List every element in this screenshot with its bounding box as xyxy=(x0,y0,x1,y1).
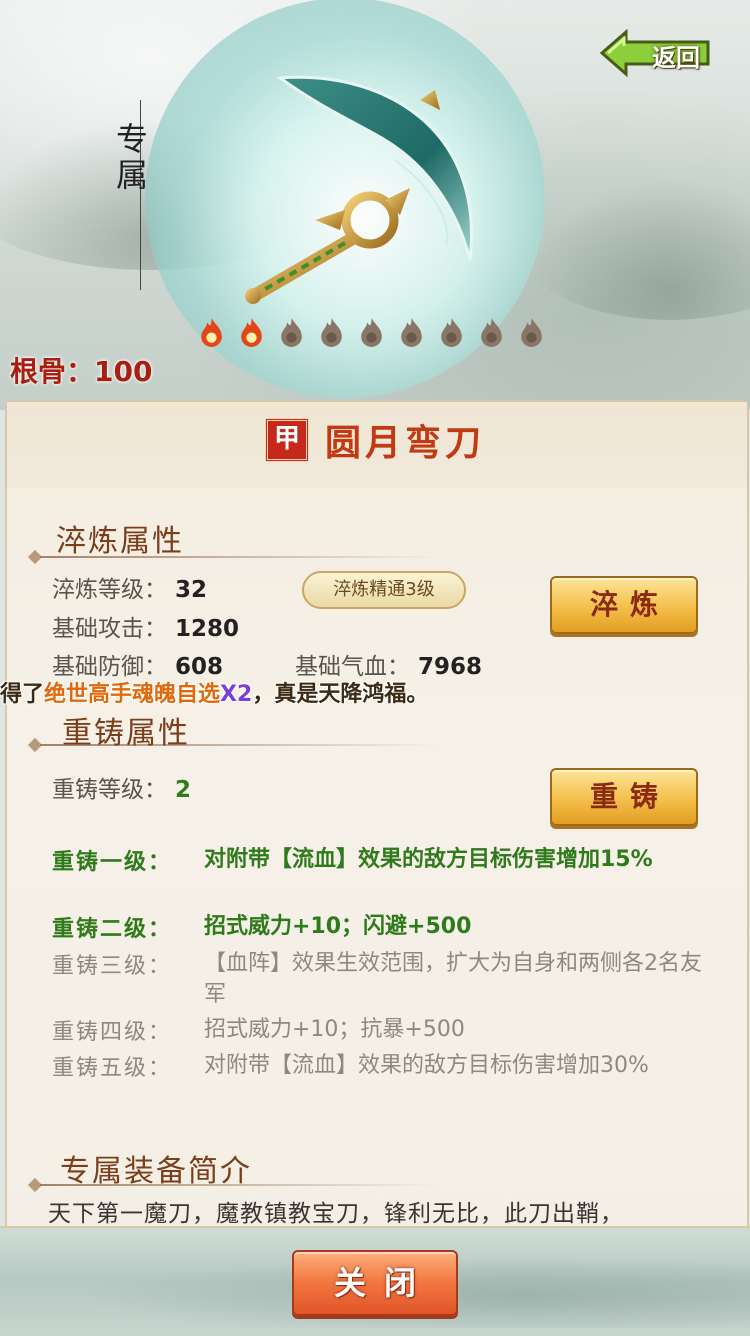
marquee-suffix: ，真是天降鸿福。 xyxy=(252,682,429,707)
marquee-multiplier: X2 xyxy=(220,682,253,707)
recast-section-title: 重铸属性 xyxy=(62,716,190,751)
recast-tier-label: 重铸二级： xyxy=(52,917,173,942)
recast-tier-label: 重铸三级： xyxy=(52,954,173,979)
mountain-decoration xyxy=(520,170,750,320)
announcement-marquee: 得了绝世高手魂魄自选X2，真是天降鸿福。 xyxy=(0,676,750,710)
recast-tier-label: 重铸五级： xyxy=(52,1056,173,1081)
recast-tier-text: 对附带【流血】效果的敌方目标伤害增加15% xyxy=(204,847,653,872)
refine-button[interactable]: 淬炼 xyxy=(550,576,698,634)
bone-stat: 根骨：100 xyxy=(10,350,152,390)
flame-icon-empty xyxy=(441,318,462,347)
marquee-highlight: 绝世高手魂魄自选 xyxy=(44,682,221,707)
flame-icon-empty xyxy=(401,318,422,347)
recast-tier-text: 招式威力+10；抗暴+500 xyxy=(204,1017,465,1042)
flame-icon-empty xyxy=(361,318,382,347)
recast-level-value: 2 xyxy=(175,777,192,803)
intro-text: 天下第一魔刀，魔教镇教宝刀，锋利无比，此刀出鞘， xyxy=(48,1201,624,1227)
flame-icon xyxy=(241,318,262,347)
refine-section-title: 淬炼属性 xyxy=(56,524,184,559)
star-rating xyxy=(195,316,548,349)
back-button[interactable]: 返回 xyxy=(598,28,713,78)
flame-icon-empty xyxy=(321,318,342,347)
flame-icon-empty xyxy=(521,318,542,347)
recast-level-row: 重铸等级： 2 xyxy=(52,770,191,804)
recast-button[interactable]: 重铸 xyxy=(550,768,698,826)
recast-tier-label: 重铸四级： xyxy=(52,1020,173,1045)
bone-label: 根骨： xyxy=(10,355,95,388)
refine-level-value: 32 xyxy=(175,577,208,603)
exclusive-label: 专属 xyxy=(111,100,159,290)
flame-icon-empty xyxy=(481,318,502,347)
base-attack-row: 基础攻击： 1280 xyxy=(52,609,239,643)
close-button[interactable]: 关闭 xyxy=(292,1250,458,1316)
refine-level-label: 淬炼等级： xyxy=(52,577,167,603)
base-attack-value: 1280 xyxy=(175,616,240,642)
hero-banner: 专属 根骨：100 返回 xyxy=(0,0,750,410)
base-attack-label: 基础攻击： xyxy=(52,616,167,642)
item-name: 圆月弯刀 xyxy=(325,422,486,464)
weapon-illustration xyxy=(245,75,473,304)
recast-level-label: 重铸等级： xyxy=(52,777,167,803)
title-band: 甲 圆月弯刀 xyxy=(7,402,747,488)
marquee-prefix: 得了 xyxy=(0,682,45,707)
flame-icon-empty xyxy=(281,318,302,347)
recast-tier-text: 【血阵】效果生效范围，扩大为自身和两侧各2名友军 xyxy=(204,951,702,1007)
refine-mastery-badge[interactable]: 淬炼精通3级 xyxy=(302,571,466,609)
exclusive-label-text: 专属 xyxy=(111,122,149,194)
grade-badge: 甲 xyxy=(265,418,309,462)
back-label: 返回 xyxy=(652,44,700,72)
flame-icon xyxy=(201,318,222,347)
bone-value: 100 xyxy=(94,355,153,388)
recast-tier-label: 重铸一级： xyxy=(52,850,173,875)
recast-tier-text: 对附带【流血】效果的敌方目标伤害增加30% xyxy=(204,1053,649,1078)
recast-tier-text: 招式威力+10；闪避+500 xyxy=(204,914,472,939)
intro-section-title: 专属装备简介 xyxy=(60,1154,252,1189)
refine-level-row: 淬炼等级： 32 xyxy=(52,570,207,604)
